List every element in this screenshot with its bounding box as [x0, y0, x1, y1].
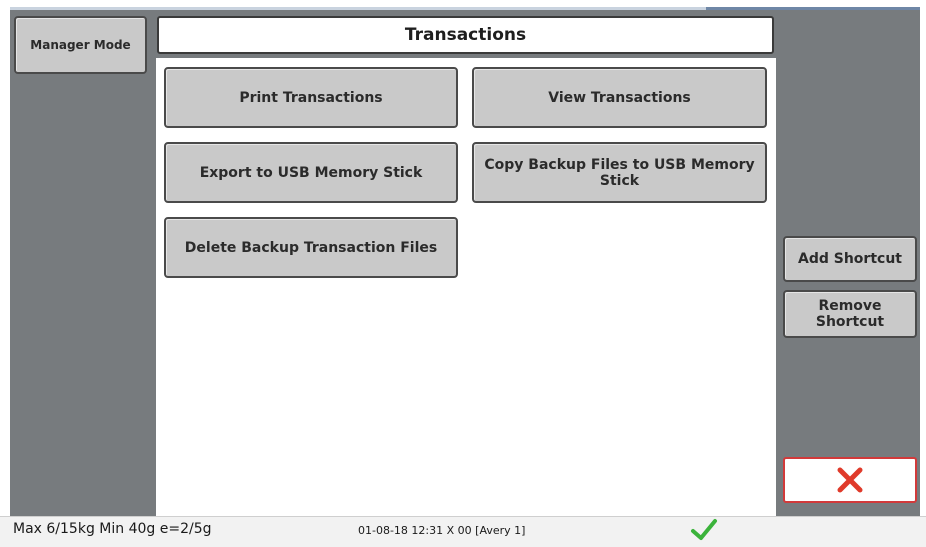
close-x-icon: [837, 467, 863, 493]
close-button[interactable]: [783, 457, 917, 503]
delete-backup-files-button[interactable]: Delete Backup Transaction Files: [164, 217, 458, 278]
print-transactions-button[interactable]: Print Transactions: [164, 67, 458, 128]
add-shortcut-button[interactable]: Add Shortcut: [783, 236, 917, 282]
export-usb-button[interactable]: Export to USB Memory Stick: [164, 142, 458, 203]
manager-mode-button[interactable]: Manager Mode: [14, 16, 147, 74]
left-panel: [10, 10, 156, 516]
page-title: Transactions: [157, 16, 774, 54]
datetime-text: 01-08-18 12:31 X 00 [Avery 1]: [358, 524, 526, 537]
copy-backup-usb-button[interactable]: Copy Backup Files to USB Memory Stick: [472, 142, 767, 203]
remove-shortcut-button[interactable]: Remove Shortcut: [783, 290, 917, 338]
view-transactions-button[interactable]: View Transactions: [472, 67, 767, 128]
checkmark-icon: [691, 519, 717, 540]
scale-screen: Manager Mode Transactions Print Transact…: [0, 0, 926, 547]
scale-spec-text: Max 6/15kg Min 40g e=2/5g: [13, 521, 212, 537]
